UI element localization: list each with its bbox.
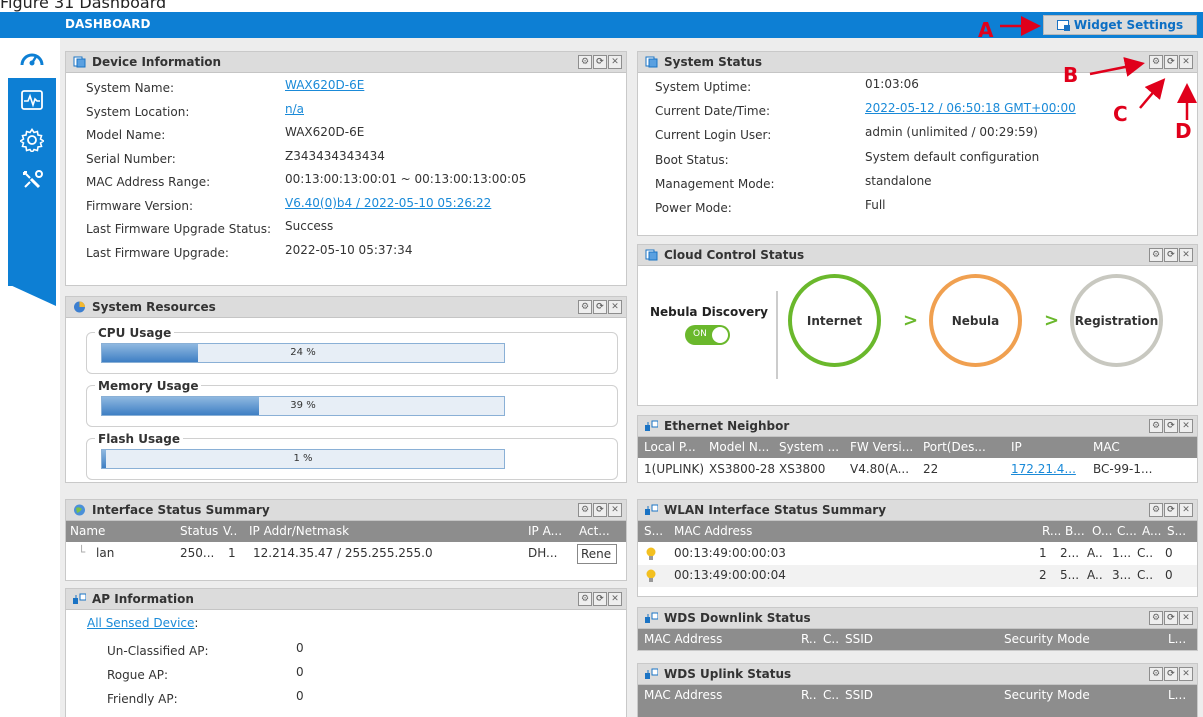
arrow-b (1089, 57, 1145, 77)
annotation-c: C (1113, 102, 1128, 126)
annotation-d: D (1175, 119, 1192, 143)
annotation-a: A (978, 18, 994, 42)
annotation-b: B (1063, 63, 1079, 87)
annotation-arrows (1000, 16, 1197, 120)
arrow-c (1139, 78, 1166, 109)
